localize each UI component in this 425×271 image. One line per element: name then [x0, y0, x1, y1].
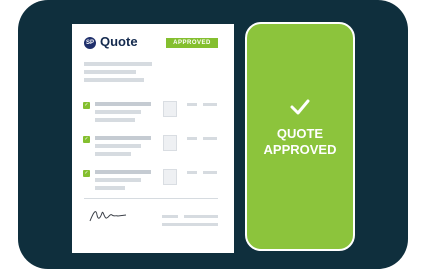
logo-text: Quote — [100, 34, 138, 49]
item-line — [95, 178, 141, 182]
check-icon — [290, 99, 310, 115]
item-line — [95, 118, 135, 122]
item-price — [187, 171, 197, 174]
approved-line-2: APPROVED — [263, 142, 337, 157]
item-thumbnail — [163, 135, 177, 151]
item-line — [95, 110, 141, 114]
item-thumbnail — [163, 169, 177, 185]
item-thumbnail — [163, 101, 177, 117]
check-icon: ✓ — [83, 102, 90, 109]
check-icon: ✓ — [83, 170, 90, 177]
item-price — [187, 103, 197, 106]
item-total — [203, 103, 217, 106]
item-line — [95, 152, 131, 156]
signature-line — [184, 215, 218, 218]
divider — [84, 198, 218, 199]
item-line — [95, 170, 151, 174]
approved-badge: APPROVED — [166, 38, 218, 48]
item-total — [203, 137, 217, 140]
signature-line — [162, 223, 218, 226]
item-line — [95, 136, 151, 140]
item-line — [95, 186, 125, 190]
item-line — [95, 102, 151, 106]
check-icon: ✓ — [83, 136, 90, 143]
approved-message: QUOTE APPROVED — [245, 126, 355, 158]
item-total — [203, 171, 217, 174]
item-line — [95, 144, 141, 148]
signature-line — [162, 215, 178, 218]
item-price — [187, 137, 197, 140]
logo-icon: SP — [84, 37, 96, 49]
approved-line-1: QUOTE — [276, 126, 324, 141]
placeholder-line — [84, 62, 152, 66]
placeholder-line — [84, 70, 136, 74]
placeholder-line — [84, 78, 144, 82]
signature-icon — [89, 211, 127, 222]
